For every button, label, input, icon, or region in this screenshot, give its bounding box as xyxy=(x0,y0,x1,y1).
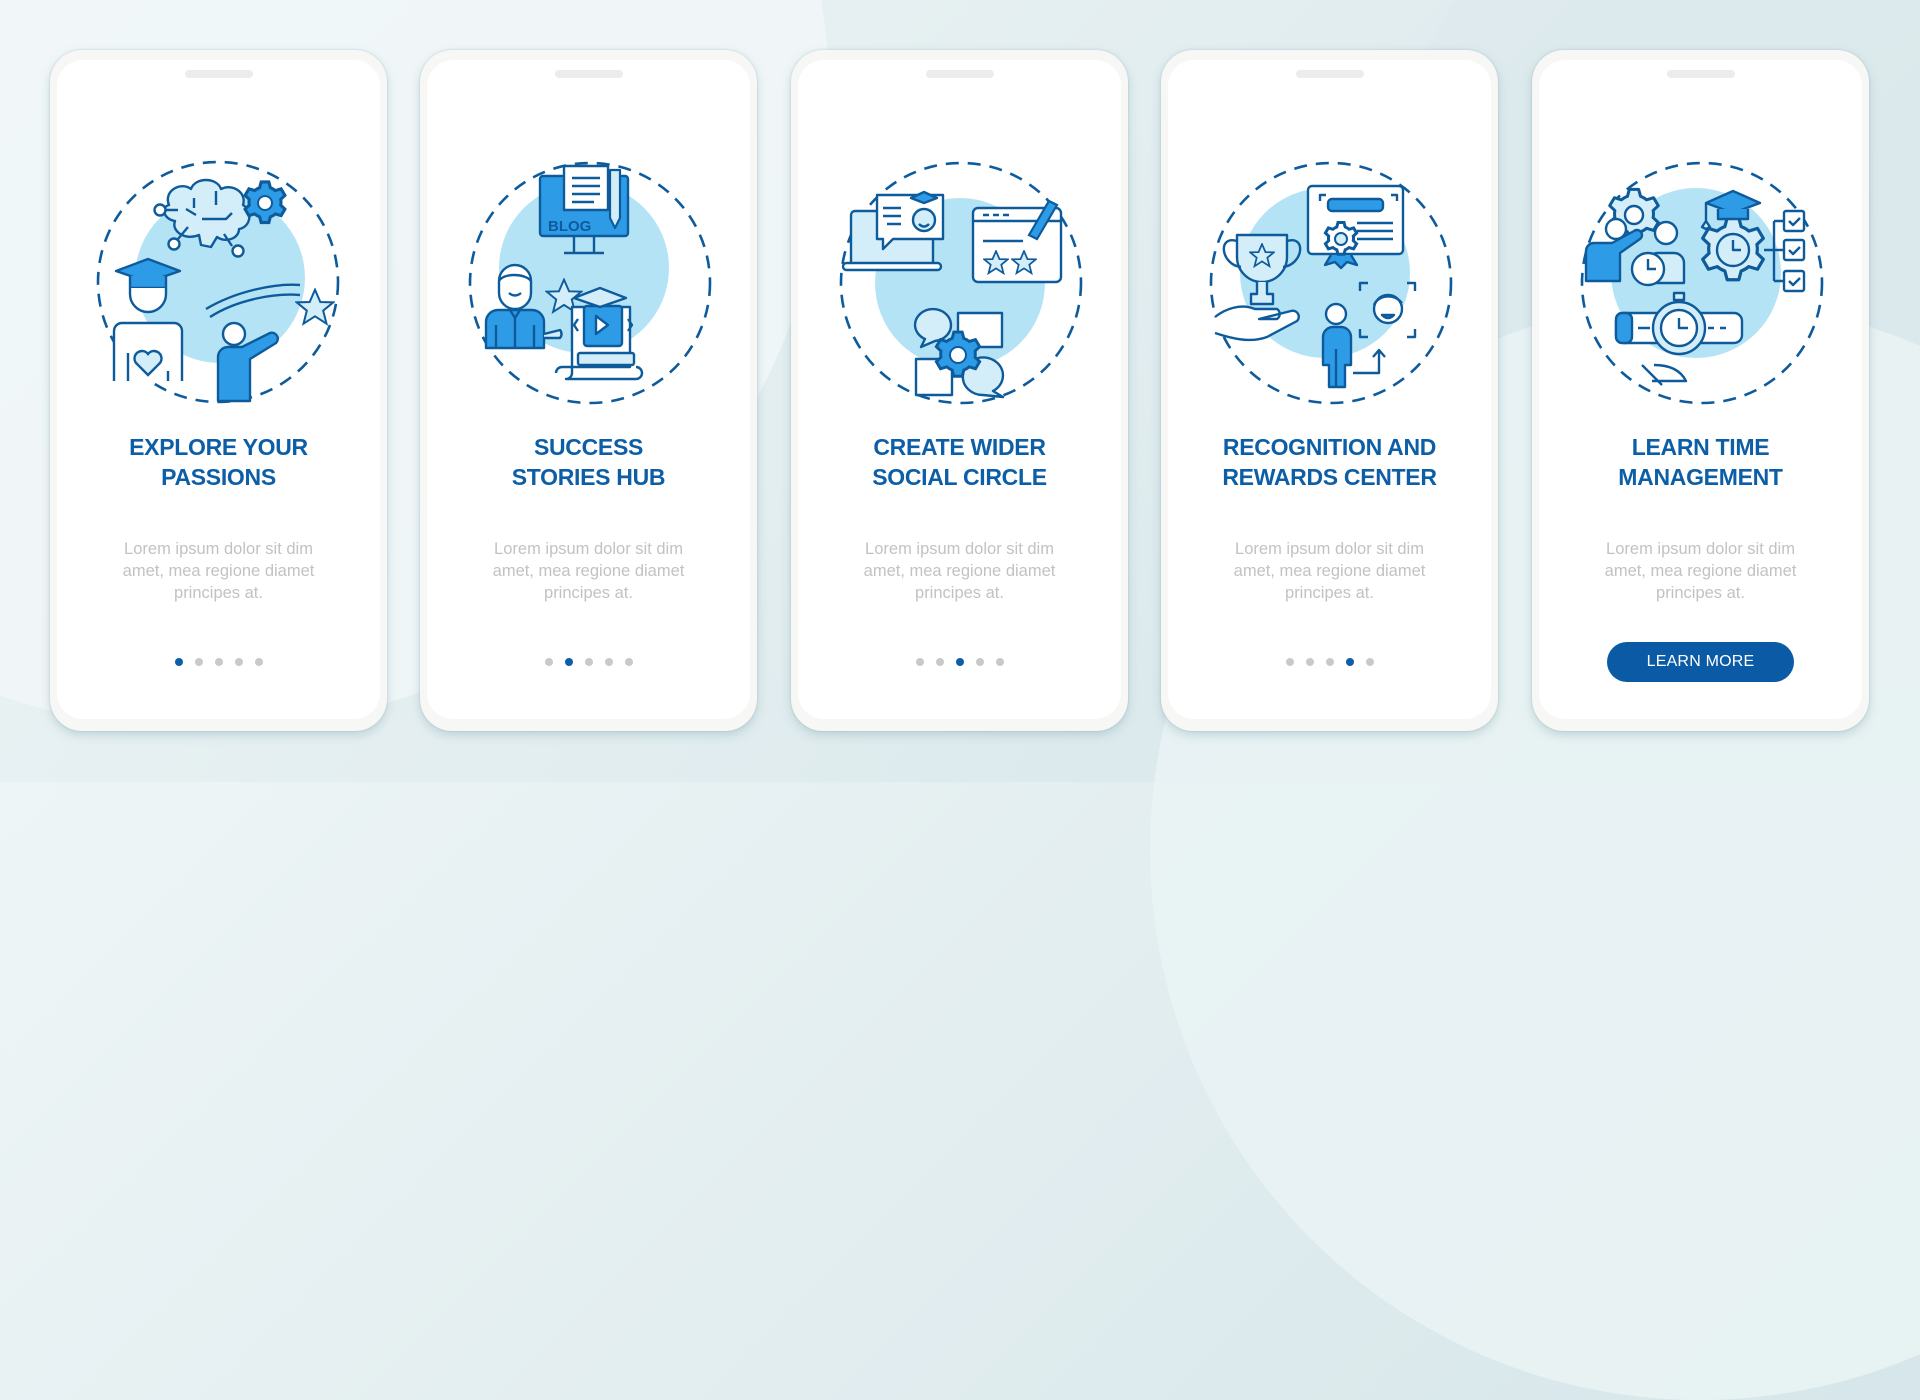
page-indicator xyxy=(798,658,1121,668)
onboarding-screen-5: LEARN TIME MANAGEMENT Lorem ipsum dolor … xyxy=(1532,50,1869,731)
page-dot[interactable] xyxy=(1305,658,1314,666)
screen-content: RECOGNITION AND REWARDS CENTER Lorem ips… xyxy=(1168,60,1491,719)
title-line: STORIES HUB xyxy=(511,464,666,490)
title-line: RECOGNITION AND xyxy=(1222,434,1437,460)
gear-icon xyxy=(243,180,287,225)
description-line: Lorem ipsum dolor sit dim xyxy=(494,540,683,558)
title-line: EXPLORE YOUR xyxy=(129,434,308,460)
page-dot[interactable] xyxy=(975,658,984,666)
onboarding-screen-4: RECOGNITION AND REWARDS CENTER Lorem ips… xyxy=(1161,50,1498,731)
onboarding-screen-2: BLOG SUCCESS STORIES HUB Lorem ipsum dol… xyxy=(420,50,757,731)
title-line: SOCIAL CIRCLE xyxy=(872,464,1047,490)
page-dot[interactable] xyxy=(915,658,924,666)
recognition-rewards-illustration xyxy=(1209,161,1453,405)
screen-content: CREATE WIDER SOCIAL CIRCLE Lorem ipsum d… xyxy=(798,60,1121,719)
page-dot[interactable] xyxy=(624,658,633,666)
page-dot[interactable] xyxy=(935,658,944,666)
page-indicator xyxy=(427,658,750,668)
page-dot-active[interactable] xyxy=(1345,658,1354,666)
description-line: principes at. xyxy=(174,584,263,602)
social-circle-illustration xyxy=(839,161,1083,405)
description-line: Lorem ipsum dolor sit dim xyxy=(865,540,1054,558)
phone-notch xyxy=(1295,70,1364,78)
screen-title: CREATE WIDER SOCIAL CIRCLE xyxy=(798,432,1121,492)
description-line: amet, mea regione diamet xyxy=(863,562,1056,580)
page-dot[interactable] xyxy=(194,658,203,666)
screen-description: Lorem ipsum dolor sit dim amet, mea regi… xyxy=(828,538,1091,604)
phone-notch xyxy=(184,70,253,78)
page-dot[interactable] xyxy=(1285,658,1294,666)
title-line: CREATE WIDER xyxy=(873,434,1046,460)
page-dot[interactable] xyxy=(544,658,553,666)
pencil-icon xyxy=(608,168,622,230)
page-dot[interactable] xyxy=(254,658,263,666)
title-line: LEARN TIME xyxy=(1631,434,1770,460)
screen-content: EXPLORE YOUR PASSIONS Lorem ipsum dolor … xyxy=(57,60,380,719)
screen-description: Lorem ipsum dolor sit dim amet, mea regi… xyxy=(87,538,350,604)
page-dot-active[interactable] xyxy=(174,658,183,666)
screen-content: BLOG SUCCESS STORIES HUB Lorem ipsum dol… xyxy=(427,60,750,719)
page-dot[interactable] xyxy=(584,658,593,666)
page-dot[interactable] xyxy=(234,658,243,666)
blog-label: BLOG xyxy=(548,218,591,235)
description-line: Lorem ipsum dolor sit dim xyxy=(124,540,313,558)
page-indicator xyxy=(57,658,380,668)
title-line: MANAGEMENT xyxy=(1618,464,1783,490)
description-line: principes at. xyxy=(915,584,1004,602)
screen-description: Lorem ipsum dolor sit dim amet, mea regi… xyxy=(1569,538,1832,604)
screen-description: Lorem ipsum dolor sit dim amet, mea regi… xyxy=(457,538,720,604)
page-indicator xyxy=(1168,658,1491,668)
onboarding-screen-3: CREATE WIDER SOCIAL CIRCLE Lorem ipsum d… xyxy=(791,50,1128,731)
phone-notch xyxy=(925,70,994,78)
onboarding-screen-1: EXPLORE YOUR PASSIONS Lorem ipsum dolor … xyxy=(50,50,387,731)
clock-icon xyxy=(1630,251,1666,287)
description-line: principes at. xyxy=(1285,584,1374,602)
title-line: SUCCESS xyxy=(533,434,644,460)
learn-more-button[interactable]: LEARN MORE xyxy=(1607,642,1794,682)
person-icon xyxy=(1321,302,1353,389)
page-dot[interactable] xyxy=(1325,658,1334,666)
success-stories-illustration: BLOG xyxy=(468,161,712,405)
description-line: amet, mea regione diamet xyxy=(492,562,685,580)
screen-title: LEARN TIME MANAGEMENT xyxy=(1539,432,1862,492)
description-line: Lorem ipsum dolor sit dim xyxy=(1235,540,1424,558)
time-management-illustration xyxy=(1580,161,1824,405)
gear-icon xyxy=(1323,221,1359,256)
screen-title: SUCCESS STORIES HUB xyxy=(427,432,750,492)
graduation-gear-icon xyxy=(1700,189,1765,282)
page-dot[interactable] xyxy=(604,658,613,666)
title-line: REWARDS CENTER xyxy=(1222,464,1437,490)
page-dot-active[interactable] xyxy=(564,658,573,666)
description-line: Lorem ipsum dolor sit dim xyxy=(1606,540,1795,558)
screen-description: Lorem ipsum dolor sit dim amet, mea regi… xyxy=(1198,538,1461,604)
description-line: amet, mea regione diamet xyxy=(1604,562,1797,580)
description-line: amet, mea regione diamet xyxy=(1233,562,1426,580)
description-line: principes at. xyxy=(1656,584,1745,602)
phone-notch xyxy=(1666,70,1735,78)
screen-title: RECOGNITION AND REWARDS CENTER xyxy=(1168,432,1491,492)
page-dot[interactable] xyxy=(1365,658,1374,666)
page-dot[interactable] xyxy=(214,658,223,666)
explore-passions-illustration xyxy=(96,160,340,404)
screen-content: LEARN TIME MANAGEMENT Lorem ipsum dolor … xyxy=(1539,60,1862,719)
page-dot[interactable] xyxy=(995,658,1004,666)
phone-notch xyxy=(554,70,623,78)
laptop-chat-icon xyxy=(841,190,945,272)
page-dot-active[interactable] xyxy=(955,658,964,666)
title-line: PASSIONS xyxy=(161,464,276,490)
description-line: amet, mea regione diamet xyxy=(122,562,315,580)
brain-icon xyxy=(153,178,251,258)
screen-title: EXPLORE YOUR PASSIONS xyxy=(57,432,380,492)
description-line: principes at. xyxy=(544,584,633,602)
